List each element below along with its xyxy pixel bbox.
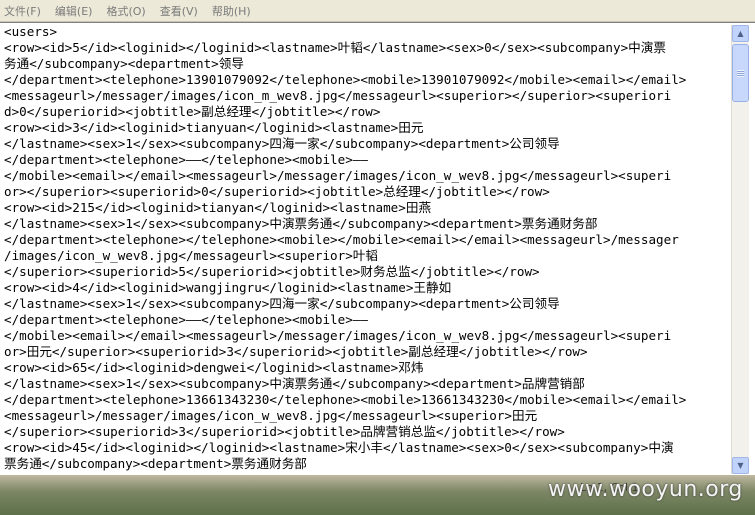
menu-bar: 文件(F) 编辑(E) 格式(O) 查看(V) 帮助(H) [0, 0, 755, 22]
text-editor[interactable]: <users> <row><id>5</id><loginid></loginid… [0, 22, 755, 475]
text-line: </department><telephone>——</telephone><m… [4, 152, 368, 167]
text-line: 务通</subcompany><department>领导 [4, 56, 244, 71]
text-line: </department><telephone></telephone><mob… [4, 232, 679, 247]
text-line: </superior><superiorid>5</superiorid><jo… [4, 264, 540, 279]
text-line: 票务通</subcompany><department>票务通财务部 [4, 456, 307, 471]
watermark: www.wooyun.org [548, 477, 743, 502]
text-line: <messageurl>/messager/images/icon_m_wev8… [4, 88, 672, 103]
menu-file[interactable]: 文件(F) [4, 3, 41, 19]
text-line: </lastname><sex>1</sex><subcompany>四海一家<… [4, 296, 560, 311]
text-line: </department><telephone>——</telephone><m… [4, 312, 368, 327]
text-line: or></superior><superiorid>0</superiorid>… [4, 184, 550, 199]
text-line: <row><id>65</id><loginid>dengwei</logini… [4, 360, 424, 375]
menu-format[interactable]: 格式(O) [106, 3, 145, 19]
text-line: </mobile><email></email><messageurl>/mes… [4, 328, 672, 343]
arrow-down-icon: ▼ [737, 461, 744, 470]
scroll-up-button[interactable]: ▲ [732, 25, 749, 42]
text-line: <users> [4, 24, 58, 39]
menu-view[interactable]: 查看(V) [160, 3, 198, 19]
text-line: </department><telephone>13901079092</tel… [4, 72, 687, 87]
scroll-down-button[interactable]: ▼ [732, 457, 749, 474]
text-line: <row><id>4</id><loginid>wangjingru</logi… [4, 280, 452, 295]
text-line: or>田元</superior><superiorid>3</superiori… [4, 344, 588, 359]
text-line: <row><id>5</id><loginid></loginid><lastn… [4, 40, 666, 55]
grip-icon [737, 69, 744, 77]
menu-help[interactable]: 帮助(H) [212, 3, 251, 19]
scroll-thumb[interactable] [732, 44, 749, 102]
text-line: <row><id>3</id><loginid>tianyuan</logini… [4, 120, 424, 135]
vertical-scrollbar[interactable]: ▲ ▼ [731, 25, 749, 474]
arrow-up-icon: ▲ [737, 29, 744, 38]
text-line: <messageurl>/messager/images/icon_w_wev8… [4, 408, 538, 423]
text-line: </lastname><sex>1</sex><subcompany>四海一家<… [4, 136, 560, 151]
status-bar: Ln 1, Col 1 www.wooyun.org [0, 475, 755, 515]
text-line: <row><id>45</id><loginid></loginid><last… [4, 440, 674, 455]
text-line: </mobile><email></email><messageurl>/mes… [4, 168, 672, 183]
menu-edit[interactable]: 编辑(E) [55, 3, 93, 19]
text-line: </lastname><sex>1</sex><subcompany>中演票务通… [4, 376, 585, 391]
text-line: </lastname><sex>1</sex><subcompany>中演票务通… [4, 216, 598, 231]
text-line: <row><id>215</id><loginid>tianyan</login… [4, 200, 432, 215]
document-text[interactable]: <users> <row><id>5</id><loginid></loginid… [4, 24, 730, 474]
text-line: d>0</superiorid><jobtitle>副总经理</jobtitle… [4, 104, 381, 119]
text-line: </superior><superiorid>3</superiorid><jo… [4, 424, 565, 439]
text-line: </department><telephone>13661343230</tel… [4, 392, 687, 407]
text-line: /images/icon_w_wev8.jpg</messageurl><sup… [4, 248, 378, 263]
